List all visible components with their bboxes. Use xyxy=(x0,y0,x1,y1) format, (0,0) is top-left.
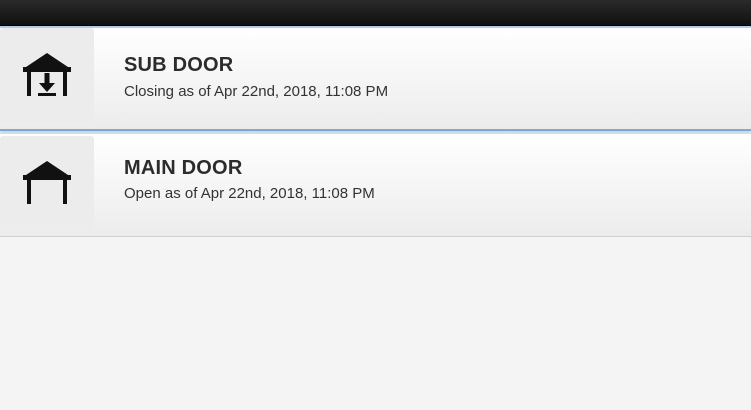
garage-open-icon xyxy=(0,136,94,230)
door-status: Open as of Apr 22nd, 2018, 11:08 PM xyxy=(124,185,375,202)
door-item-sub-door[interactable]: SUB DOOR Closing as of Apr 22nd, 2018, 1… xyxy=(0,26,751,131)
door-name: SUB DOOR xyxy=(124,54,234,76)
door-name: MAIN DOOR xyxy=(124,157,243,179)
garage-closing-icon xyxy=(0,28,94,122)
door-item-main-door[interactable]: MAIN DOOR Open as of Apr 22nd, 2018, 11:… xyxy=(0,133,751,237)
door-list: SUB DOOR Closing as of Apr 22nd, 2018, 1… xyxy=(0,26,751,237)
door-status: Closing as of Apr 22nd, 2018, 11:08 PM xyxy=(124,83,389,100)
header-bar xyxy=(0,0,751,26)
